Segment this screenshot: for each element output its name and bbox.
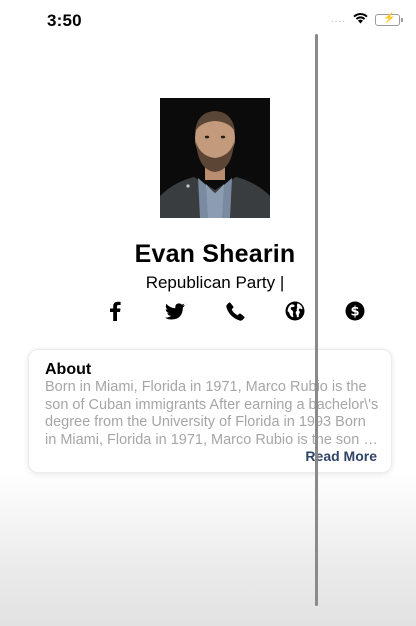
charging-bolt-icon: ⚡ <box>383 13 396 24</box>
twitter-icon[interactable] <box>164 300 186 322</box>
battery-icon: ⚡ <box>375 13 403 26</box>
signal-icon: .... <box>330 14 346 25</box>
profile-photo <box>160 98 270 218</box>
profile-screen: 3:50 .... ⚡ Evan Shearin Republican Part… <box>0 0 416 626</box>
profile-name: Evan Shearin <box>134 240 296 268</box>
dollar-icon[interactable]: $ <box>344 300 366 322</box>
person-photo-icon <box>160 98 270 218</box>
svg-text:$: $ <box>350 305 359 320</box>
scroll-indicator[interactable] <box>315 34 318 606</box>
facebook-icon[interactable] <box>104 300 126 322</box>
about-title: About <box>45 361 92 378</box>
status-icons: .... ⚡ <box>330 11 403 29</box>
profile-party: Republican Party | <box>145 273 285 292</box>
globe-icon[interactable] <box>284 300 306 322</box>
wifi-icon <box>352 11 369 29</box>
about-body: Born in Miami, Florida in 1971, Marco Ru… <box>45 379 379 448</box>
social-links: $ <box>0 300 416 324</box>
phone-icon[interactable] <box>224 300 246 322</box>
status-bar: 3:50 .... ⚡ <box>0 0 416 40</box>
status-time: 3:50 <box>47 11 82 30</box>
battery-cap <box>401 18 403 22</box>
about-card: About Born in Miami, Florida in 1971, Ma… <box>28 349 392 473</box>
